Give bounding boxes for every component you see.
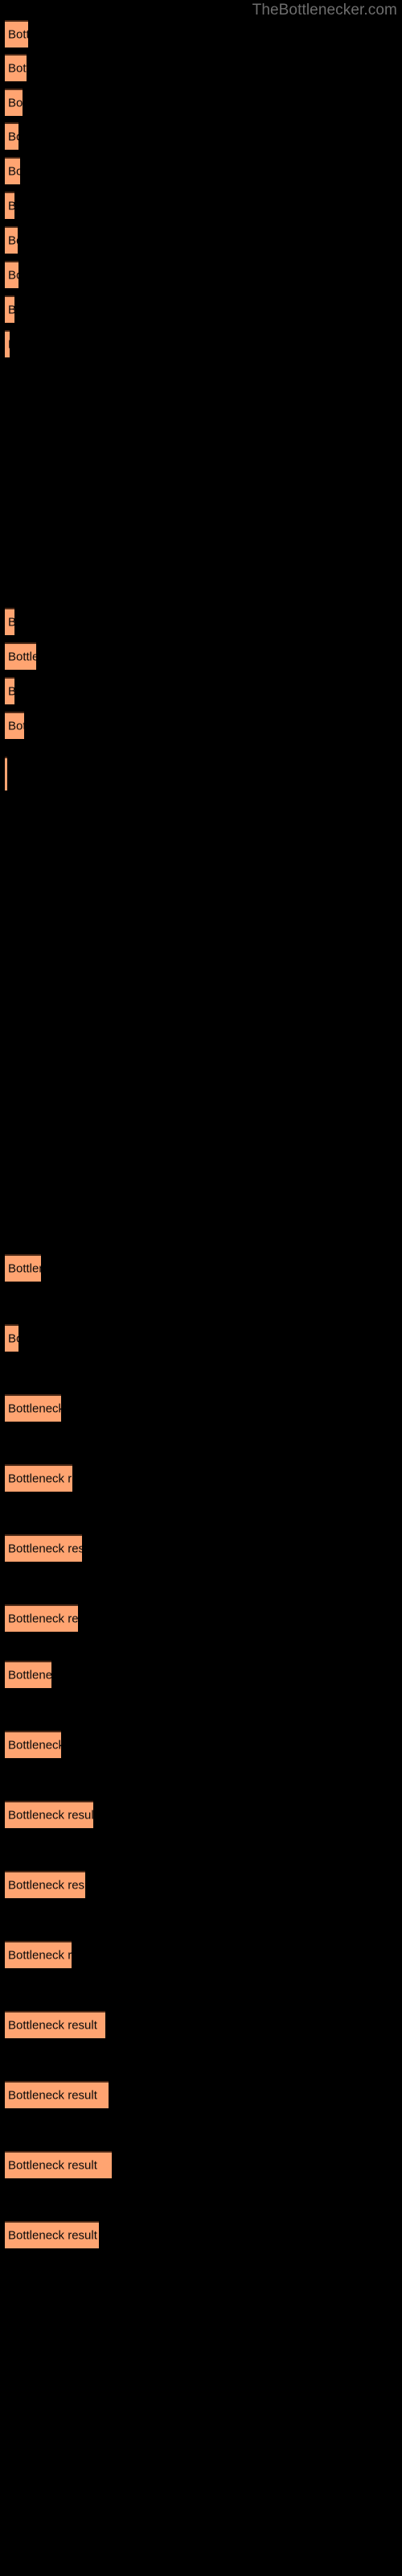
bar-label: Bottleneck result <box>8 1808 93 1823</box>
bar[interactable]: Bottleneck result <box>5 1254 41 1282</box>
bar[interactable]: Bottleneck result <box>5 1324 18 1352</box>
bar[interactable]: Bottleneck result <box>5 757 7 791</box>
bar[interactable]: Bottleneck result <box>5 2081 109 2108</box>
bar-row: Bottleneck result <box>0 295 402 323</box>
bar[interactable]: Bottleneck result <box>5 677 14 704</box>
bar-label: Bottleneck result <box>8 1472 72 1486</box>
bar-label: Bottleneck result <box>8 1261 41 1276</box>
bar[interactable]: Bottleneck result <box>5 54 27 81</box>
bar-label: Bottleneck result <box>8 200 14 213</box>
bar-row: Bottleneck result <box>0 757 402 791</box>
bar-label: Bottleneck result <box>8 2158 97 2173</box>
bar-label: Bottleneck result <box>8 61 27 76</box>
bar[interactable]: Bottleneck result <box>5 1464 72 1492</box>
bar-label: Bottleneck result <box>8 1738 61 1752</box>
bar[interactable]: Bottleneck result <box>5 1661 51 1688</box>
bar-row: Bottleneck result <box>0 399 402 427</box>
bar-label: Bottleneck result <box>8 303 14 317</box>
bar-row: Bottleneck result <box>0 157 402 184</box>
bar-label: Bottleneck result <box>8 616 14 630</box>
bar-row: Bottleneck result <box>0 2151 402 2178</box>
bar-row: Bottleneck result <box>0 1394 402 1422</box>
bar[interactable]: Bottleneck result <box>5 2011 105 2038</box>
bar-row: Bottleneck result <box>0 20 402 47</box>
bar[interactable]: Bottleneck result <box>5 1604 78 1632</box>
bar-row: Bottleneck result <box>0 2221 402 2248</box>
bar[interactable]: Bottleneck result <box>5 1801 93 1828</box>
bar-row: Bottleneck result <box>0 642 402 670</box>
bar-chart-root: TheBottlenecker.com Bottleneck resultBot… <box>0 0 402 2576</box>
bar-label: Bottleneck result <box>8 268 18 283</box>
bar-row: Bottleneck result <box>0 1731 402 1758</box>
bar-label: Bottleneck result <box>8 1948 72 1963</box>
bar-label: Bottleneck result <box>8 164 20 179</box>
bar-row: Bottleneck result <box>0 1464 402 1492</box>
bar-row: Bottleneck result <box>0 261 402 288</box>
bar[interactable]: Bottleneck result <box>5 1731 61 1758</box>
bar[interactable]: Bottleneck result <box>5 295 14 323</box>
bar-row: Bottleneck result <box>0 192 402 219</box>
bar-label: Bottleneck result <box>8 338 10 352</box>
bar-row: Bottleneck result <box>0 1534 402 1562</box>
bar[interactable]: Bottleneck result <box>5 20 28 47</box>
bar-row: Bottleneck result <box>0 1871 402 1898</box>
bar[interactable]: Bottleneck result <box>5 608 14 635</box>
bar-row: Bottleneck result <box>0 54 402 81</box>
bar-row: Bottleneck result <box>0 226 402 254</box>
bar-row: Bottleneck result <box>0 1941 402 1968</box>
bar-label: Bottleneck result <box>8 1878 85 1893</box>
bar[interactable]: Bottleneck result <box>5 1941 72 1968</box>
bar[interactable]: Bottleneck result <box>5 1534 82 1562</box>
bar-label: Bottleneck result <box>8 27 28 42</box>
bar[interactable]: Bottleneck result <box>5 261 18 288</box>
bar-label: Bottleneck result <box>8 130 18 144</box>
bar-row: Bottleneck result <box>0 122 402 150</box>
bar[interactable]: Bottleneck result <box>5 1871 85 1898</box>
bar-row: Bottleneck result <box>0 712 402 739</box>
bar-label: Bottleneck result <box>8 1542 82 1556</box>
bar-row: Bottleneck result <box>0 1661 402 1688</box>
plot-area: Bottleneck result Bottleneck result Bottle… <box>0 0 402 2576</box>
bar-label: Bottleneck result <box>8 2018 97 2033</box>
bar[interactable]: Bottleneck result <box>5 2151 112 2178</box>
bar[interactable]: Bottleneck result <box>5 226 18 254</box>
bar[interactable]: Bottleneck result <box>5 192 14 219</box>
bar[interactable]: Bottleneck result <box>5 642 36 670</box>
bar-label: Bottleneck result <box>8 1331 18 1346</box>
bar-row: Bottleneck result <box>0 89 402 116</box>
bar-row: Bottleneck result <box>0 608 402 635</box>
bar-row: Bottleneck result <box>0 503 402 530</box>
bar-row: Bottleneck result <box>0 330 402 357</box>
bar-row: Bottleneck result <box>0 1604 402 1632</box>
bar-label: Bottleneck result <box>8 2228 97 2243</box>
bar[interactable]: Bottleneck result <box>5 330 10 357</box>
bar-row: Bottleneck result <box>0 677 402 704</box>
bar-row: Bottleneck result <box>0 434 402 461</box>
bar[interactable]: Bottleneck result <box>5 712 24 739</box>
bar-row: Bottleneck result <box>0 1254 402 1282</box>
bar-row: Bottleneck result <box>0 1324 402 1352</box>
bar-row: Bottleneck result <box>0 1801 402 1828</box>
bar[interactable]: Bottleneck result <box>5 89 23 116</box>
bar-label: Bottleneck result <box>8 1612 78 1626</box>
bar-label: Bottleneck result <box>8 1402 61 1416</box>
bar-row: Bottleneck result <box>0 469 402 496</box>
bar-row: Bottleneck result <box>0 365 402 392</box>
bar-label: Bottleneck result <box>8 96 23 110</box>
bar[interactable]: Bottleneck result <box>5 2221 99 2248</box>
bar-label: Bottleneck result <box>8 685 14 699</box>
bar-label: Bottleneck result <box>8 719 24 733</box>
bar-row: Bottleneck result <box>0 2081 402 2108</box>
bar-label: Bottleneck result <box>8 1668 51 1682</box>
bar[interactable]: Bottleneck result <box>5 122 18 150</box>
bar-row: Bottleneck result <box>0 2011 402 2038</box>
bar[interactable]: Bottleneck result <box>5 1394 61 1422</box>
bar-label: Bottleneck result <box>8 2088 97 2103</box>
bar[interactable]: Bottleneck result <box>5 157 20 184</box>
bar-label: Bottleneck result <box>8 650 36 664</box>
bar-label: Bottleneck result <box>8 233 18 248</box>
